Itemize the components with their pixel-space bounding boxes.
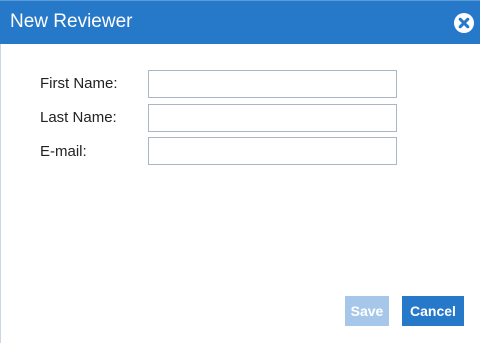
first-name-input[interactable] — [148, 70, 397, 98]
dialog-titlebar: New Reviewer — [0, 0, 480, 44]
new-reviewer-dialog: New Reviewer First Name: Last Name: E-ma… — [0, 0, 480, 343]
close-icon[interactable] — [454, 13, 474, 33]
first-name-label: First Name: — [40, 75, 118, 92]
last-name-input[interactable] — [148, 104, 397, 132]
cancel-button[interactable]: Cancel — [402, 296, 464, 326]
dialog-title: New Reviewer — [10, 11, 133, 32]
email-label: E-mail: — [40, 143, 87, 160]
save-button[interactable]: Save — [345, 296, 389, 326]
dialog-left-border — [0, 44, 1, 343]
last-name-label: Last Name: — [40, 109, 117, 126]
email-input[interactable] — [148, 137, 397, 165]
